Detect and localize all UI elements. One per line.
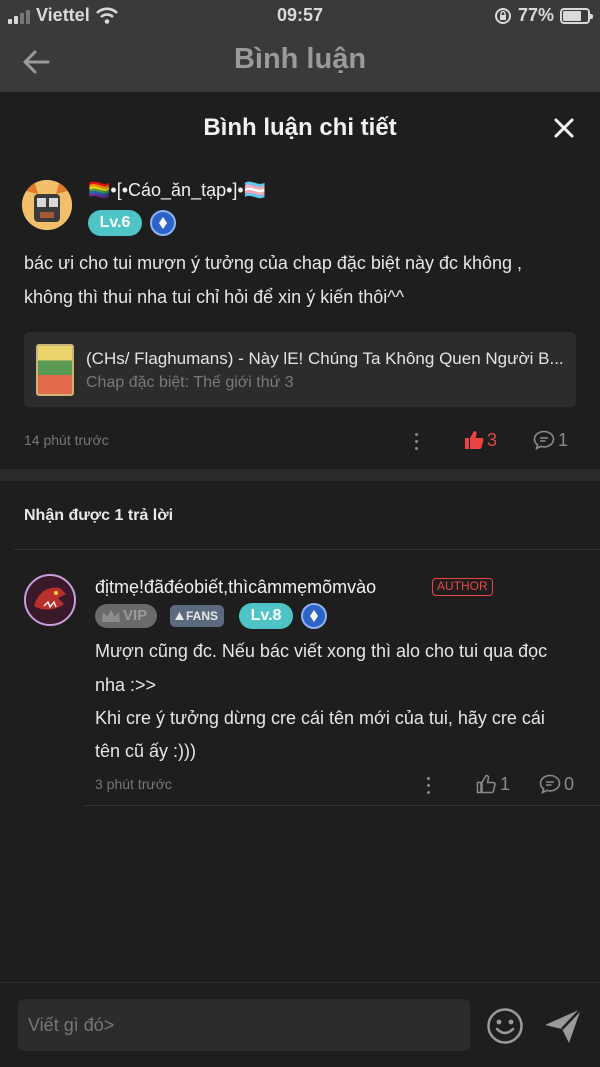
reply-count: 1	[558, 430, 569, 450]
reply-like-count: 1	[500, 774, 511, 794]
page-title: Bình luận	[233, 43, 367, 75]
rank-badge-icon	[150, 210, 176, 236]
battery-icon	[560, 7, 593, 24]
tiger-avatar-icon	[22, 180, 72, 230]
chapter-link-card[interactable]: (CHs/ Flaghumans) - Này lE! Chúng Ta Khô…	[24, 332, 576, 407]
reply-more-options-icon[interactable]	[425, 777, 431, 795]
emoji-icon[interactable]	[486, 1007, 524, 1045]
comment-composer	[0, 982, 600, 1067]
reply-text-line-4: tên cũ ấy :)))	[95, 741, 197, 761]
chapter-title: (CHs/ Flaghumans) - Này lE! Chúng Ta Khô…	[86, 349, 564, 368]
divider	[84, 805, 600, 806]
reply-username[interactable]: địtmẹ!đãđéobiết,thìcâmmẹmõmvào	[95, 577, 376, 598]
reply-avatar[interactable]	[24, 574, 76, 626]
crown-icon	[102, 610, 120, 622]
level-badge: Lv.6	[88, 210, 142, 236]
fans-badge: FANS	[170, 605, 225, 627]
reply-level-badge: Lv.8	[239, 603, 293, 629]
fans-badge-label: FANS	[186, 609, 219, 623]
chapter-subtitle: Chap đặc biệt: Thế giới thứ 3	[86, 374, 294, 391]
reply-timestamp: 3 phút trước	[95, 776, 172, 792]
comment-text-line-2: không thì thui nha tui chỉ hỏi để xin ý …	[24, 287, 405, 307]
close-icon[interactable]	[552, 116, 576, 140]
reply-text-line-3: Khi cre ý tưởng dừng cre cái tên mới của…	[95, 708, 545, 728]
chapter-cover-image	[36, 344, 74, 396]
comment-username[interactable]: 🏳️‍🌈•[•Cáo_ăn_tạp•]•🏳️‍⚧️	[88, 180, 266, 201]
comment-detail-sheet: Bình luận chi tiết 🏳️‍🌈•[•Cáo_ăn_tạp•]•🏳…	[0, 92, 600, 1067]
comment-input[interactable]	[18, 999, 470, 1051]
replies-heading: Nhận được 1 trả lời	[24, 507, 174, 524]
reply-comment-icon[interactable]	[539, 774, 561, 794]
reply-reply-count: 0	[564, 774, 575, 794]
like-icon[interactable]	[464, 430, 484, 450]
like-count: 3	[487, 430, 498, 450]
comment-timestamp: 14 phút trước	[24, 432, 109, 448]
reply-text-line-1: Mượn cũng đc. Nếu bác viết xong thì alo …	[95, 641, 548, 661]
comment-icon[interactable]	[533, 430, 555, 450]
divider	[14, 549, 600, 550]
app-bar: Bình luận	[0, 32, 600, 92]
section-divider	[0, 469, 600, 481]
sheet-title: Bình luận chi tiết	[203, 114, 397, 141]
send-icon[interactable]	[543, 1007, 583, 1045]
dragon-avatar-icon	[26, 576, 74, 624]
battery-level-fill	[563, 10, 582, 21]
reply-rank-badge-icon	[301, 603, 327, 629]
battery-percent: 77%	[517, 5, 554, 25]
comment-text-line-1: bác ưi cho tui mượn ý tưởng của chap đặc…	[24, 253, 523, 273]
reply-like-icon[interactable]	[476, 774, 496, 794]
reply-text-line-2: nha :>>	[95, 675, 157, 695]
orientation-lock-icon	[494, 7, 511, 24]
more-options-icon[interactable]	[413, 433, 419, 451]
status-bar: Viettel 09:57 77%	[0, 0, 600, 32]
vip-badge-label: VIP	[123, 607, 148, 624]
vip-badge: VIP	[95, 604, 157, 628]
author-badge: AUTHOR	[432, 578, 493, 596]
avatar[interactable]	[22, 180, 72, 230]
fans-icon	[175, 612, 184, 620]
